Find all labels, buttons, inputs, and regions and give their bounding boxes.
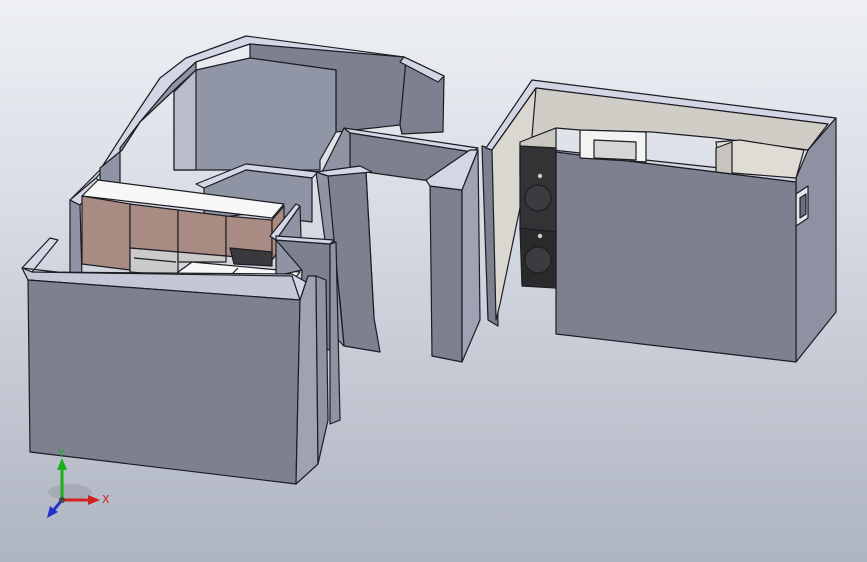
front-left-wall[interactable] bbox=[21, 237, 329, 485]
cabinet-door-2 bbox=[129, 203, 179, 253]
cabinet-door-1 bbox=[81, 195, 131, 271]
washer-dryer-stack[interactable] bbox=[519, 145, 557, 289]
graphics-viewport[interactable]: Y X bbox=[0, 0, 867, 562]
front-pillar[interactable] bbox=[425, 145, 499, 363]
y-axis-label: Y bbox=[57, 447, 65, 460]
model-view[interactable]: Y X bbox=[0, 0, 867, 562]
x-axis-label: X bbox=[102, 493, 110, 506]
cabinet-door-3 bbox=[177, 209, 227, 257]
dryer-door-icon bbox=[524, 184, 552, 212]
washer-door-icon bbox=[524, 246, 552, 274]
x-axis-arrow-icon bbox=[88, 495, 100, 505]
